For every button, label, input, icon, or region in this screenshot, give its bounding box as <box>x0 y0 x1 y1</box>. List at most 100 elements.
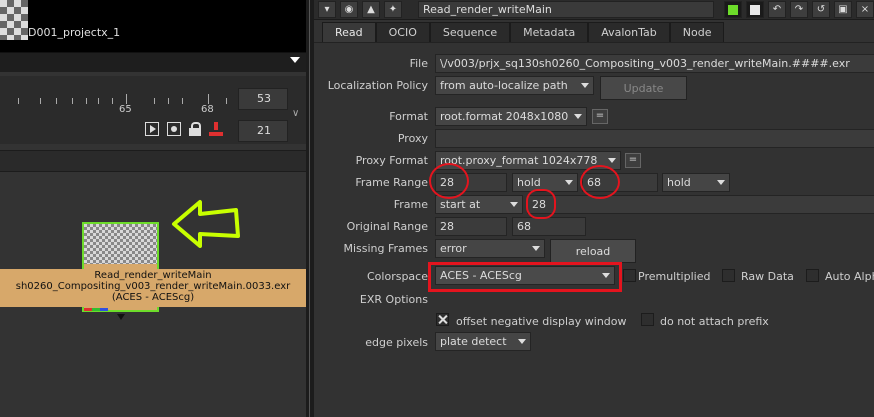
float-panel-icon[interactable]: ▣ <box>834 1 852 18</box>
redo-icon[interactable]: ↷ <box>790 1 808 18</box>
format-edit-button[interactable]: = <box>592 109 608 124</box>
highlight-frame-value <box>526 189 556 219</box>
record-icon[interactable] <box>167 122 181 136</box>
node-channel-indicators <box>84 308 108 311</box>
highlight-frame-range-first <box>429 163 469 199</box>
chevron-down-icon <box>518 339 526 344</box>
project-header: D001_projectx_1 <box>0 0 306 52</box>
proxy-field[interactable] <box>435 129 874 148</box>
playback-controls <box>145 122 223 136</box>
localization-label: Localization Policy <box>327 79 428 92</box>
proxy-label: Proxy <box>397 132 428 145</box>
lock-icon[interactable] <box>189 122 201 136</box>
read-node-file: sh0260_Compositing_v003_render_writeMain… <box>15 281 291 292</box>
original-range-last-field[interactable]: 68 <box>512 217 586 236</box>
read-node-label[interactable]: Read_render_writeMain sh0260_Compositing… <box>0 269 306 307</box>
chevron-down-icon <box>565 180 573 185</box>
edge-pixels-label: edge pixels <box>365 336 428 349</box>
node-color-swatch[interactable] <box>724 1 742 18</box>
frame-field[interactable]: 28 <box>527 195 874 214</box>
node-name-field[interactable]: Read_render_writeMain <box>418 1 714 18</box>
file-path-field[interactable]: \/v003/prjx_sq130sh0260_Compositing_v003… <box>435 54 874 73</box>
play-icon[interactable] <box>145 122 159 136</box>
chevron-down-icon <box>581 83 589 88</box>
proxy-format-value: root.proxy_format 1024x778 <box>440 154 598 167</box>
frame-range-label: Frame Range <box>355 176 428 189</box>
proxy-format-edit-button[interactable]: = <box>625 153 641 168</box>
missing-frames-label: Missing Frames <box>343 242 428 255</box>
raw-data-label: Raw Data <box>741 270 794 283</box>
chevron-down-icon <box>510 202 518 207</box>
file-label: File <box>409 57 428 70</box>
revert-icon[interactable]: ↺ <box>812 1 830 18</box>
read-node-colorspace: (ACES - ACEScg) <box>111 292 195 303</box>
tab-sequence[interactable]: Sequence <box>429 22 511 42</box>
edge-pixels-dropdown[interactable]: plate detect <box>435 332 531 351</box>
current-frame-field[interactable]: 21 <box>238 120 288 142</box>
read-node-thumbnail[interactable] <box>82 222 159 264</box>
chevron-down-icon <box>717 180 725 185</box>
undo-icon[interactable]: ↶ <box>768 1 786 18</box>
premultiplied-checkbox[interactable] <box>623 269 636 282</box>
project-thumbnail[interactable] <box>0 0 28 40</box>
expand-icon[interactable]: ∨ <box>292 108 299 119</box>
offset-negative-label: offset negative display window <box>456 315 627 328</box>
no-prefix-label: do not attach prefix <box>660 315 769 328</box>
chevron-down-icon <box>574 114 582 119</box>
render-icon[interactable] <box>209 122 223 136</box>
before-value: hold <box>517 176 541 189</box>
node-font-color-swatch[interactable] <box>746 1 764 18</box>
tab-metadata[interactable]: Metadata <box>510 22 589 42</box>
auto-alpha-checkbox[interactable] <box>806 269 819 282</box>
last-frame-field[interactable]: 53 <box>238 88 288 110</box>
offset-negative-checkbox[interactable] <box>436 313 449 326</box>
wrench-icon[interactable]: ✦ <box>384 1 402 18</box>
viewer-dropdown[interactable] <box>0 52 306 72</box>
missing-frames-dropdown[interactable]: error <box>435 239 545 258</box>
nodegraph-toolbar <box>0 150 306 172</box>
reload-button[interactable]: reload <box>550 239 636 263</box>
collapse-icon[interactable]: ▾ <box>318 1 336 18</box>
pane-divider[interactable] <box>306 0 314 417</box>
tick-label-65: 65 <box>119 104 132 115</box>
left-pane: D001_projectx_1 65 68 53 ∨ 21 Read_rende… <box>0 0 306 417</box>
read-node-name: Read_render_writeMain <box>94 270 212 281</box>
format-dropdown[interactable]: root.format 2048x1080 <box>435 107 587 126</box>
original-range-first-field[interactable]: 28 <box>435 217 507 236</box>
exr-options-label: EXR Options <box>359 293 428 306</box>
tab-avalontab[interactable]: AvalonTab <box>588 22 670 42</box>
chevron-down-icon <box>608 158 616 163</box>
tab-node[interactable]: Node <box>669 22 725 42</box>
format-value: root.format 2048x1080 <box>440 110 569 123</box>
properties-tabs: Read OCIO Sequence Metadata AvalonTab No… <box>322 22 725 42</box>
frame-label: Frame <box>393 198 428 211</box>
tick-label-68: 68 <box>201 104 214 115</box>
bug-icon[interactable]: ▲ <box>362 1 380 18</box>
proxy-format-label: Proxy Format <box>355 154 428 167</box>
read-tab-content: File \/v003/prjx_sq130sh0260_Compositing… <box>314 42 874 417</box>
localization-value: from auto-localize path <box>440 79 568 92</box>
colorspace-label: Colorspace <box>367 270 428 283</box>
properties-toolbar: ▾ ◉ ▲ ✦ Read_render_writeMain ↶ ↷ ↺ ▣ × <box>314 0 874 20</box>
project-name: D001_projectx_1 <box>28 26 121 39</box>
highlight-colorspace <box>428 262 622 292</box>
localization-dropdown[interactable]: from auto-localize path <box>435 76 594 95</box>
annotation-arrow-icon <box>172 200 240 248</box>
app-window: D001_projectx_1 65 68 53 ∨ 21 Read_rende… <box>0 0 874 417</box>
close-icon[interactable]: × <box>856 1 874 18</box>
node-output-arrow-icon[interactable] <box>117 314 125 320</box>
highlight-frame-range-last <box>580 165 620 199</box>
no-prefix-checkbox[interactable] <box>641 313 654 326</box>
tab-read[interactable]: Read <box>322 22 376 42</box>
settings-icon[interactable]: ◉ <box>340 1 358 18</box>
update-button[interactable]: Update <box>600 76 687 100</box>
properties-panel: ▾ ◉ ▲ ✦ Read_render_writeMain ↶ ↷ ↺ ▣ × … <box>314 0 874 417</box>
chevron-down-icon <box>290 57 300 63</box>
missing-frames-value: error <box>440 242 467 255</box>
tab-ocio[interactable]: OCIO <box>375 22 430 42</box>
frame-mode-value: start at <box>440 198 481 211</box>
after-dropdown[interactable]: hold <box>662 173 730 192</box>
format-label: Format <box>389 110 428 123</box>
raw-data-checkbox[interactable] <box>722 269 735 282</box>
chevron-down-icon <box>532 246 540 251</box>
